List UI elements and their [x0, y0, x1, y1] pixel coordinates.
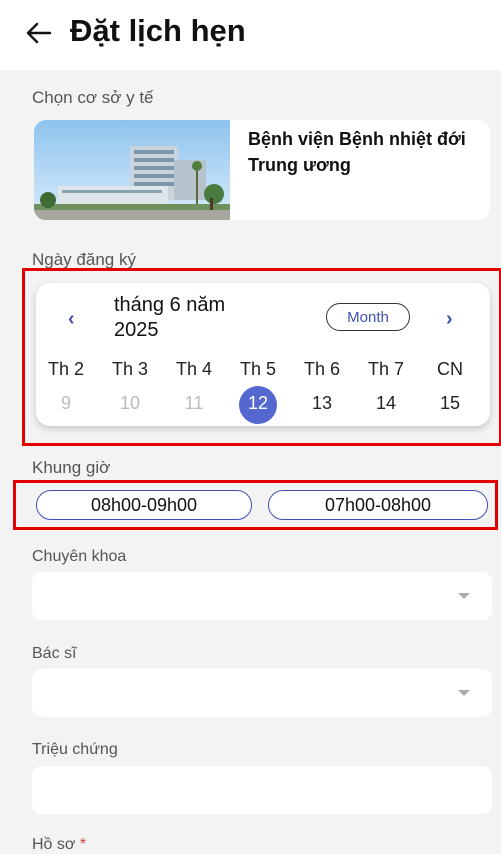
doctor-label: Bác sĩ [32, 645, 77, 662]
day-cell-selected[interactable]: 12 [228, 393, 288, 414]
profile-label: Hồ sơ * [32, 836, 86, 854]
facility-card[interactable]: Bệnh viện Bệnh nhiệt đới Trung ương [34, 120, 490, 220]
day-cell: 11 [184, 393, 204, 413]
hospital-image [34, 120, 230, 220]
specialty-label: Chuyên khoa [32, 548, 127, 565]
app-header: Đặt lịch hẹn [0, 0, 501, 70]
time-slot-button[interactable]: 08h00-09h00 [36, 490, 252, 520]
weekday-label: CN [437, 359, 463, 379]
date-label: Ngày đăng ký [32, 250, 136, 269]
day-cell[interactable]: 13 [292, 393, 352, 414]
dropdown-caret-icon [458, 690, 470, 696]
day-cell[interactable]: 15 [420, 393, 480, 414]
page-title: Đặt lịch hẹn [70, 13, 246, 48]
profile-label-text: Hồ sơ [32, 836, 76, 853]
symptoms-input[interactable] [32, 766, 492, 814]
weekday-label: Th 7 [367, 359, 405, 379]
weekday-label: Th 5 [239, 359, 277, 379]
specialty-select[interactable] [32, 572, 492, 620]
week-calendar: ‹ tháng 6 năm 2025 Month › Th 2 Th 3 Th … [36, 283, 490, 426]
day-cell: 9 [60, 393, 71, 413]
chevron-right-icon[interactable]: › [446, 308, 453, 331]
weekday-label: Th 6 [303, 359, 341, 379]
time-slot-button[interactable]: 07h00-08h00 [268, 490, 488, 520]
arrow-left-icon [26, 22, 52, 44]
back-button[interactable] [26, 15, 52, 51]
calendar-month-title: tháng 6 năm 2025 [114, 294, 226, 341]
time-label: Khung giờ [32, 458, 111, 477]
day-cell[interactable]: 14 [356, 393, 416, 414]
weekday-label: Th 2 [47, 359, 85, 379]
symptoms-label: Triệu chứng [32, 741, 118, 758]
day-cell: 10 [119, 393, 141, 413]
required-mark: * [79, 836, 87, 853]
dropdown-caret-icon [458, 593, 470, 599]
facility-name: Bệnh viện Bệnh nhiệt đới Trung ương [248, 129, 466, 175]
month-view-button[interactable]: Month [326, 303, 410, 331]
doctor-select[interactable] [32, 669, 492, 717]
weekday-label: Th 4 [175, 359, 213, 379]
facility-label: Chọn cơ sở y tế [32, 88, 154, 107]
chevron-left-icon[interactable]: ‹ [68, 308, 75, 331]
weekday-label: Th 3 [111, 359, 149, 379]
